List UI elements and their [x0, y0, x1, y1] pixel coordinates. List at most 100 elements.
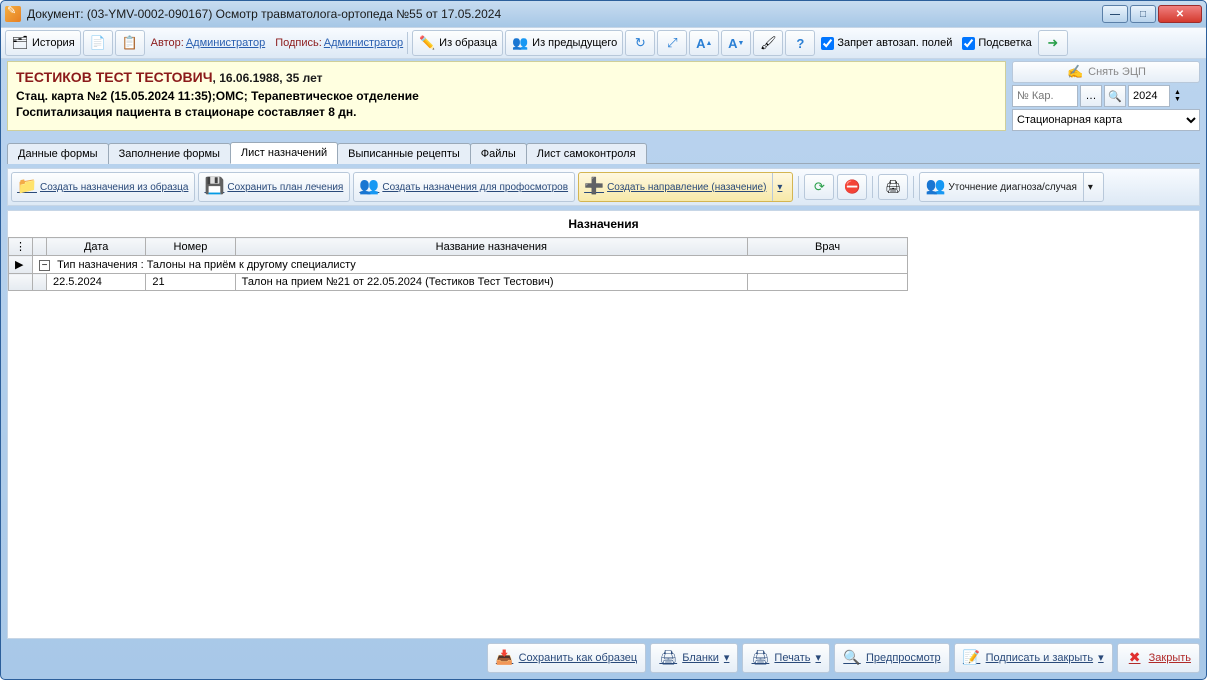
history-button[interactable]: 🗂 История — [5, 30, 81, 56]
create-from-template-button[interactable]: 📁 Создать назначения из образца — [11, 172, 195, 202]
block-autofill-input[interactable] — [821, 37, 834, 50]
minimize-button[interactable]: — — [1102, 5, 1128, 23]
create-prof-button[interactable]: 👥 Создать назначения для профосмотров — [353, 172, 575, 202]
print-button[interactable]: 🖨 Печать ▾ — [742, 643, 830, 673]
year-stepper[interactable]: ▲▼ — [1172, 89, 1183, 103]
card-search-button[interactable]: 🔍 — [1104, 85, 1126, 107]
main-toolbar: 🗂 История 📄 📋 Автор: Администратор Подпи… — [1, 27, 1206, 59]
card-number-input[interactable] — [1012, 85, 1078, 107]
help-button[interactable]: ? — [785, 30, 815, 56]
diagnosis-dropdown[interactable]: ▾ — [1083, 173, 1097, 201]
blanks-dropdown[interactable]: ▾ — [724, 652, 730, 664]
group-row[interactable]: ▶ − Тип назначения : Талоны на приём к д… — [9, 256, 908, 274]
window-close-button[interactable]: ✕ — [1158, 5, 1202, 23]
prescriptions-table: ⋮ Дата Номер Название назначения Врач ▶ … — [8, 237, 908, 291]
tool-btn-1[interactable]: 📄 — [83, 30, 113, 56]
card-browse-button[interactable]: … — [1080, 85, 1102, 107]
col-doc[interactable]: Врач — [748, 238, 908, 256]
font-decrease-button[interactable]: A▼ — [721, 30, 751, 56]
col-num[interactable]: Номер — [146, 238, 235, 256]
table-row[interactable]: 22.5.2024 21 Талон на прием №21 от 22.05… — [9, 274, 908, 291]
sign-close-button[interactable]: 📝 Подписать и закрыть ▾ — [954, 643, 1113, 673]
tab-files[interactable]: Файлы — [470, 143, 527, 164]
delete-button[interactable]: ⛔ — [837, 174, 867, 200]
cell-num[interactable]: 21 — [146, 274, 235, 291]
sign-label: Подпись: — [275, 37, 322, 49]
diagnosis-button[interactable]: 👥 Уточнение диагноза/случая ▾ — [919, 172, 1103, 202]
stop-icon: ⛔ — [843, 178, 861, 196]
users-icon: 👥 — [511, 34, 529, 52]
collapse-icon[interactable]: − — [39, 260, 50, 271]
tab-form-fill[interactable]: Заполнение формы — [108, 143, 231, 164]
close-button[interactable]: ✖ Закрыть — [1117, 643, 1200, 673]
highlight-input[interactable] — [962, 37, 975, 50]
font-plus-icon: A▲ — [695, 34, 713, 52]
people2-icon: 👥 — [926, 178, 944, 196]
export-button[interactable]: ➜ — [1038, 30, 1068, 56]
folder-icon: 📁 — [18, 178, 36, 196]
preview-button[interactable]: 🔍 Предпросмотр — [834, 643, 950, 673]
from-template-button[interactable]: ✏️ Из образца — [412, 30, 503, 56]
form-icon: 📋 — [121, 34, 139, 52]
create-referral-label: Создать направление (назачение) — [607, 182, 766, 193]
from-previous-label: Из предыдущего — [532, 37, 617, 49]
tabs: Данные формы Заполнение формы Лист назна… — [7, 141, 1200, 164]
cell-name[interactable]: Талон на прием №21 от 22.05.2024 (Тестик… — [235, 274, 747, 291]
year-input[interactable] — [1128, 85, 1170, 107]
refresh-button[interactable]: ↻ — [625, 30, 655, 56]
create-prof-label: Создать назначения для профосмотров — [382, 182, 568, 193]
reload-icon: ⟳ — [810, 178, 828, 196]
blanks-label: Бланки — [682, 652, 719, 664]
block-autofill-checkbox[interactable]: Запрет автозап. полей — [817, 37, 956, 50]
from-previous-button[interactable]: 👥 Из предыдущего — [505, 30, 623, 56]
sub-toolbar: 📁 Создать назначения из образца 💾 Сохран… — [7, 168, 1200, 206]
preview-label: Предпросмотр — [866, 652, 941, 664]
tab-prescriptions[interactable]: Лист назначений — [230, 142, 338, 164]
highlight-checkbox[interactable]: Подсветка — [958, 37, 1035, 50]
tab-selfcontrol[interactable]: Лист самоконтроля — [526, 143, 647, 164]
sign-close-label: Подписать и закрыть — [986, 652, 1093, 664]
font-minus-icon: A▼ — [727, 34, 745, 52]
maximize-button[interactable]: □ — [1130, 5, 1156, 23]
sign-close-dropdown[interactable]: ▾ — [1098, 652, 1104, 664]
tab-recipes[interactable]: Выписанные рецепты — [337, 143, 471, 164]
tool-btn-2[interactable]: 📋 — [115, 30, 145, 56]
brush-icon: 🖌 — [759, 34, 777, 52]
app-icon — [5, 6, 21, 22]
card-type-select[interactable]: Стационарная карта — [1012, 109, 1200, 131]
group-cell[interactable]: − Тип назначения : Талоны на приём к дру… — [33, 256, 908, 274]
cell-date[interactable]: 22.5.2024 — [46, 274, 145, 291]
diagnosis-label: Уточнение диагноза/случая — [948, 182, 1076, 193]
font-increase-button[interactable]: A▲ — [689, 30, 719, 56]
print-dropdown[interactable]: ▾ — [815, 652, 821, 664]
print-sub-button[interactable]: 🖨 — [878, 174, 908, 200]
print-label: Печать — [774, 652, 810, 664]
export-icon: ➜ — [1044, 34, 1062, 52]
tab-form-data[interactable]: Данные формы — [7, 143, 109, 164]
sign-link[interactable]: Администратор — [324, 37, 403, 49]
author-link[interactable]: Администратор — [186, 37, 265, 49]
create-from-template-label: Создать назначения из образца — [40, 182, 188, 193]
right-panel: ✍️ Снять ЭЦП … 🔍 ▲▼ Стационарная карта — [1012, 61, 1200, 131]
save-as-template-button[interactable]: 📥 Сохранить как образец — [487, 643, 647, 673]
help-icon: ? — [791, 34, 809, 52]
patient-card-info: Стац. карта №2 (15.05.2024 11:35);ОМС; Т… — [16, 88, 997, 105]
col-date[interactable]: Дата — [46, 238, 145, 256]
create-referral-dropdown[interactable]: ▾ — [772, 173, 786, 201]
cell-doc[interactable] — [748, 274, 908, 291]
brush-button[interactable]: 🖌 — [753, 30, 783, 56]
create-referral-button[interactable]: ➕ Создать направление (назачение) ▾ — [578, 172, 793, 202]
preview-icon: 🔍 — [843, 649, 861, 667]
save-icon: 💾 — [205, 178, 223, 196]
reload-button[interactable]: ⟳ — [804, 174, 834, 200]
history-icon: 🗂 — [11, 34, 29, 52]
column-selector[interactable]: ⋮ — [9, 238, 33, 256]
patient-hosp-info: Госпитализация пациента в стационаре сос… — [16, 104, 997, 121]
footer-toolbar: 📥 Сохранить как образец 🖨 Бланки ▾ 🖨 Печ… — [7, 643, 1200, 673]
col-name[interactable]: Название назначения — [235, 238, 747, 256]
remove-signature-button[interactable]: ✍️ Снять ЭЦП — [1012, 61, 1200, 83]
blanks-button[interactable]: 🖨 Бланки ▾ — [650, 643, 738, 673]
lock-layout-button[interactable]: ⤢ — [657, 30, 687, 56]
save-as-template-label: Сохранить как образец — [519, 652, 638, 664]
save-plan-button[interactable]: 💾 Сохранить план лечения — [198, 172, 350, 202]
